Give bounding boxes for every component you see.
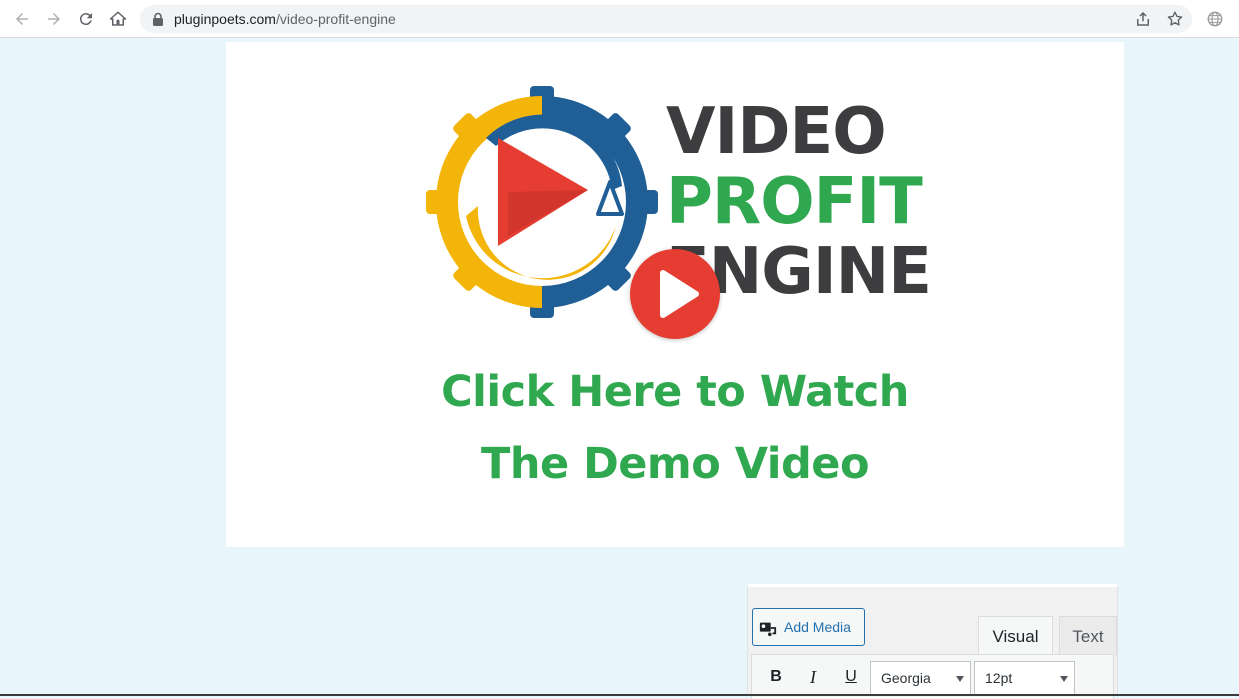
underline-button[interactable]: U (841, 668, 861, 686)
play-button[interactable] (630, 249, 720, 339)
globe-icon[interactable] (1206, 10, 1224, 28)
chevron-down-icon (956, 676, 964, 682)
lock-icon (153, 12, 163, 26)
url-text: pluginpoets.com/video-profit-engine (174, 11, 396, 27)
arrow-right-icon (48, 13, 60, 25)
editor-toolbar: B I U Georgia 12pt (751, 654, 1114, 699)
add-media-button[interactable]: Add Media (752, 608, 865, 646)
italic-button[interactable]: I (803, 667, 823, 688)
add-media-label: Add Media (784, 619, 851, 635)
reload-icon (79, 13, 92, 26)
share-icon[interactable] (1134, 10, 1152, 28)
url-path: /video-profit-engine (275, 11, 396, 27)
logo-word-profit: PROFIT (666, 165, 923, 239)
bookmark-star-icon[interactable] (1166, 10, 1184, 28)
bold-button[interactable]: B (766, 668, 786, 686)
chevron-down-icon (1060, 676, 1068, 682)
gear-play-logo-icon (426, 86, 658, 318)
tab-visual[interactable]: Visual (978, 616, 1053, 656)
media-icon (759, 622, 777, 637)
home-button[interactable] (107, 8, 129, 30)
font-size-value: 12pt (985, 670, 1013, 686)
browser-toolbar: pluginpoets.com/video-profit-engine (0, 0, 1239, 38)
cta-line-2: The Demo Video (481, 439, 870, 489)
play-icon (660, 270, 699, 318)
back-button[interactable] (11, 8, 33, 30)
home-icon (109, 11, 127, 26)
forward-button[interactable] (43, 8, 65, 30)
arrow-left-icon (16, 13, 28, 25)
font-size-select[interactable]: 12pt (974, 661, 1075, 695)
demo-video-thumbnail[interactable]: VIDEO PROFIT ENGINE Click Here to Watch … (226, 42, 1124, 547)
reload-button[interactable] (75, 8, 97, 30)
font-family-select[interactable]: Georgia (870, 661, 971, 695)
tab-text[interactable]: Text (1059, 616, 1117, 656)
url-host: pluginpoets.com (174, 11, 276, 27)
cta-line-1: Click Here to Watch (441, 367, 909, 417)
address-bar[interactable]: pluginpoets.com/video-profit-engine (140, 5, 1192, 33)
logo-word-video: VIDEO (666, 95, 887, 169)
font-family-value: Georgia (881, 670, 931, 686)
post-editor: Add Media Visual Text B I U Georgia 12pt (747, 584, 1118, 699)
